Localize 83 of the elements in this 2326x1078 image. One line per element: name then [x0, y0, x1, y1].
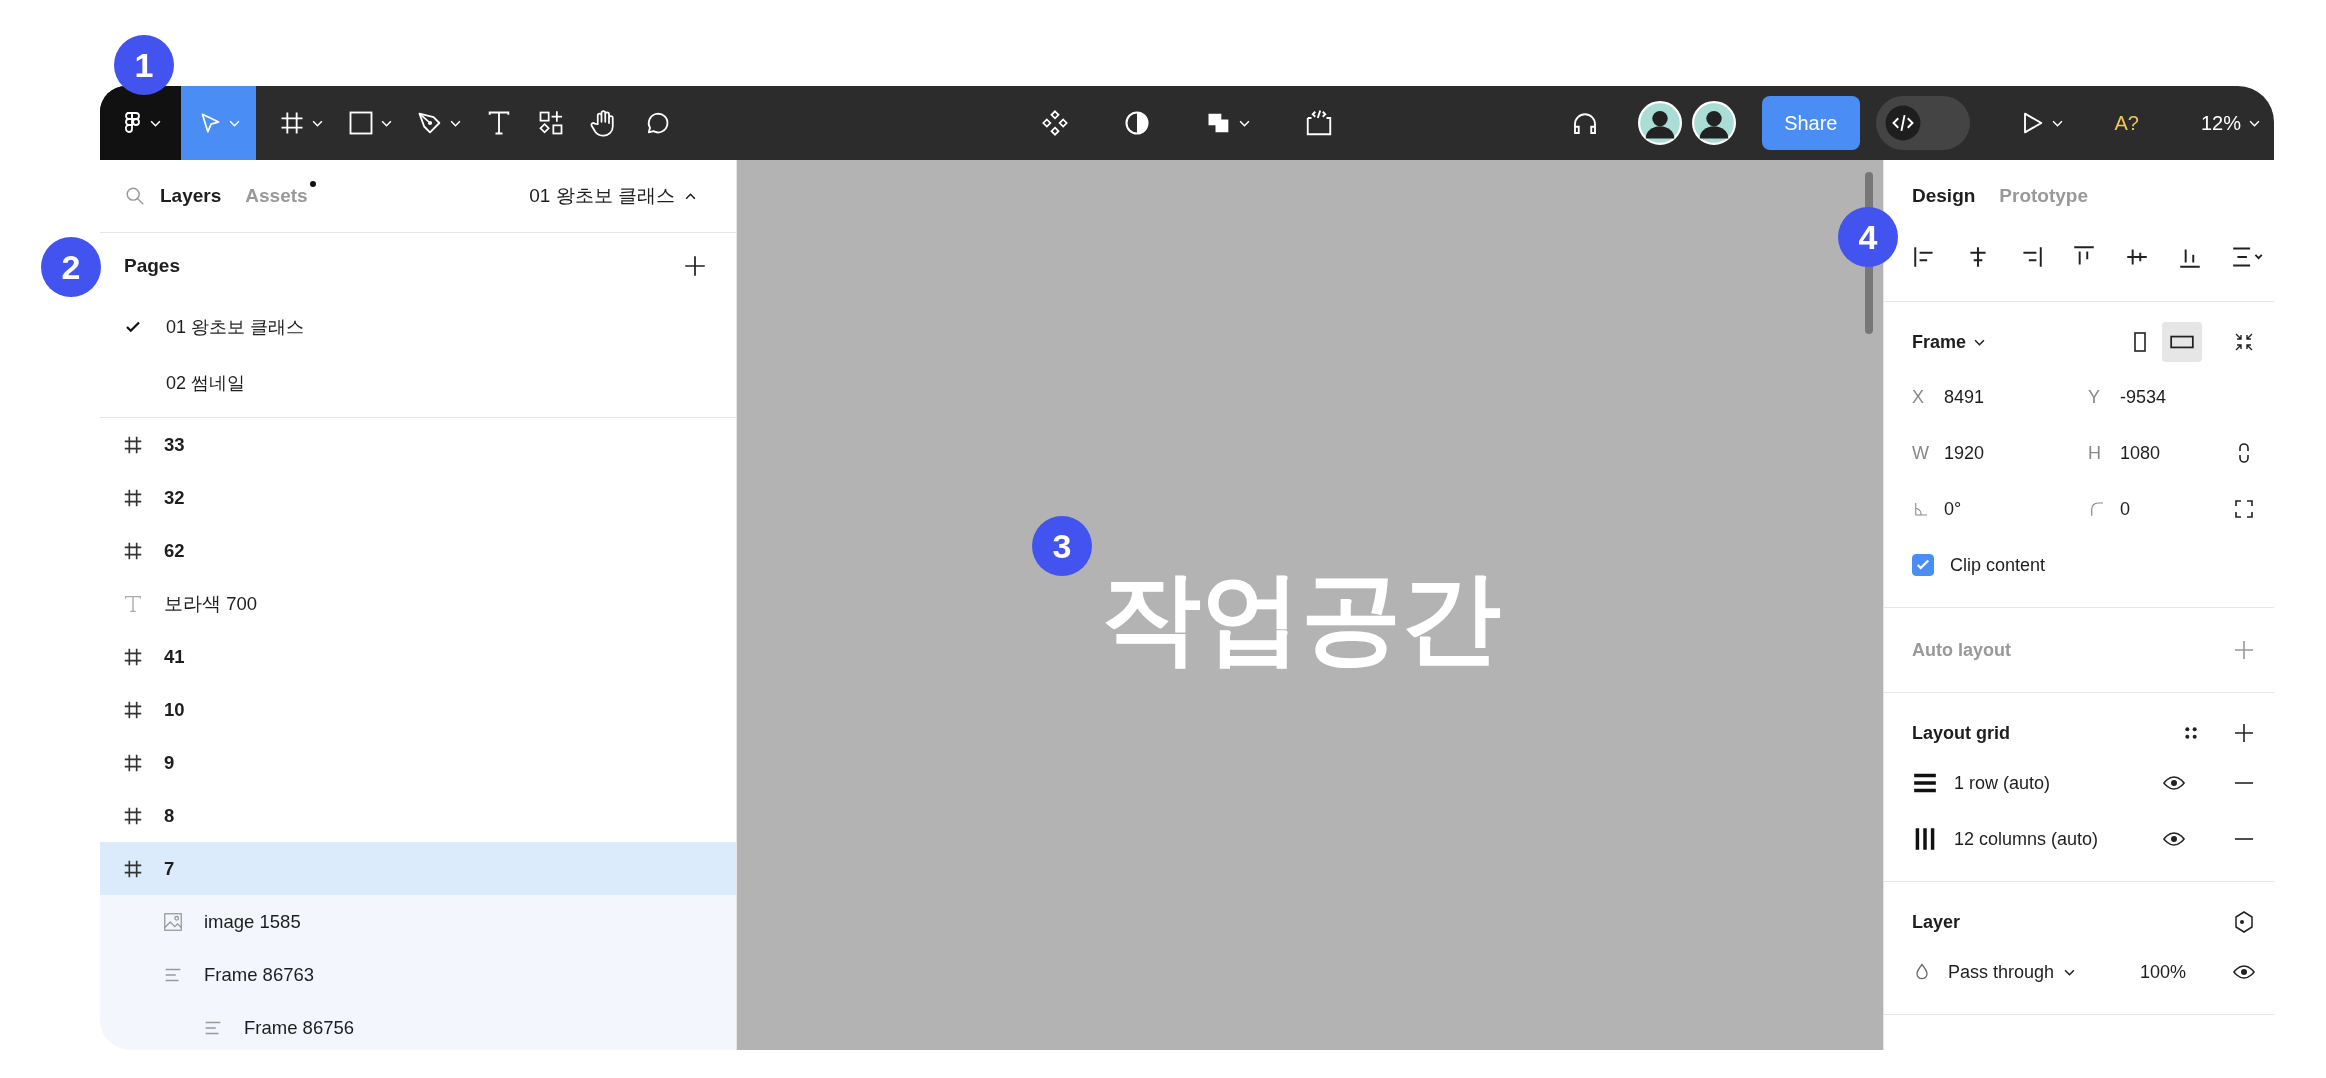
layer-name: 41 [164, 645, 185, 668]
chevron-icon [1974, 338, 1986, 346]
zoom-menu[interactable]: 12% [2200, 111, 2260, 135]
canvas-text: 작업공간 [1101, 559, 1501, 675]
chevron-icon [450, 119, 461, 127]
step-badge: 2 [41, 237, 101, 297]
page-item[interactable]: 02 썸네일 [100, 355, 736, 411]
number-field[interactable]: H 1080 [2088, 425, 2202, 481]
image-icon [162, 910, 184, 933]
search-icon[interactable] [124, 185, 146, 207]
chevron-icon [2064, 968, 2076, 976]
panel-tab[interactable]: Layers [160, 185, 222, 207]
panel-tab[interactable]: Design [1912, 185, 1976, 207]
layer-row[interactable]: 41 [100, 630, 736, 683]
corners-icon[interactable] [2232, 497, 2256, 521]
page-item[interactable]: 01 왕초보 클래스 [100, 299, 736, 355]
section-title: Pages [124, 255, 180, 277]
layer-row[interactable]: 보라색 700 [100, 577, 736, 630]
blend-mode-menu[interactable]: Pass through [1948, 961, 2076, 983]
layer-name: image 1585 [204, 910, 301, 933]
angle-icon [1912, 500, 1930, 518]
half-circle-icon [1122, 109, 1151, 137]
number-field[interactable]: 0° [1912, 481, 2088, 537]
number-field[interactable]: 0 [2088, 481, 2202, 537]
layer-name: 8 [164, 804, 175, 827]
page-selector[interactable]: 01 왕초보 클래스 [529, 183, 710, 209]
layer-name: Frame 86756 [244, 1016, 355, 1039]
layer-name: 62 [164, 539, 185, 562]
step-badge: 1 [114, 35, 174, 95]
number-field[interactable]: W 1920 [1912, 425, 2088, 481]
chevron-icon [150, 119, 161, 127]
section-title: Layout grid [1912, 722, 2011, 744]
frame-type-menu[interactable]: Frame [1912, 331, 2118, 353]
code-icon [1883, 104, 1922, 142]
orientation-button[interactable] [2162, 322, 2202, 362]
number-field[interactable]: Y -9534 [2088, 369, 2202, 425]
layer-name: 보라색 700 [164, 592, 257, 616]
layer-row[interactable]: 10 [100, 683, 736, 736]
plus-icon[interactable] [2232, 721, 2256, 745]
square-icon [347, 109, 375, 137]
tool-button[interactable] [100, 86, 181, 160]
grid-label: 1 row (auto) [1954, 772, 2052, 794]
layer-row[interactable]: 62 [100, 524, 736, 577]
layer-name: Frame 86763 [204, 963, 315, 986]
number-field[interactable]: X 8491 [1912, 369, 2088, 425]
chevron-icon [685, 192, 696, 200]
avatar-icon[interactable] [1692, 101, 1737, 145]
layer-row[interactable]: 8 [100, 789, 736, 842]
section-title: Auto layout [1912, 639, 2012, 661]
layer-row[interactable]: 32 [100, 471, 736, 524]
plus-icon[interactable] [682, 253, 708, 279]
layer-name: 7 [164, 857, 175, 880]
layer-row[interactable]: image 1585 [100, 895, 736, 948]
avatar-icon[interactable] [1638, 101, 1683, 145]
chevron-icon [2249, 119, 2260, 127]
section-title: Layer [1912, 911, 1962, 933]
layer-name: 9 [164, 751, 175, 774]
opacity-field[interactable]: 100% [2139, 961, 2186, 983]
chevron-icon [229, 119, 240, 127]
chevron-icon [1238, 119, 1250, 127]
layer-name: 10 [164, 698, 185, 721]
page-name: 01 왕초보 클래스 [166, 316, 305, 339]
layer-name: 33 [164, 433, 185, 456]
grid-label: 12 columns (auto) [1954, 828, 2100, 850]
notification-dot [309, 181, 316, 187]
hexagon-icon[interactable] [2232, 910, 2256, 934]
diamond-grid-icon [1040, 109, 1069, 137]
chevron-icon [381, 119, 392, 127]
page-name: 02 썸네일 [166, 372, 246, 395]
shapes-icon [537, 109, 565, 137]
checkbox[interactable] [1912, 554, 1934, 576]
layer-row[interactable]: Frame 86763 [100, 948, 736, 1001]
corner-radius-icon [2088, 500, 2106, 518]
layer-row[interactable]: 33 [100, 418, 736, 471]
chevron-icon [312, 119, 323, 127]
layer-name: 32 [164, 486, 185, 509]
layer-row[interactable]: 7 [100, 842, 736, 895]
dev-mode-toggle[interactable] [1875, 96, 1970, 150]
checkbox-label: Clip content [1950, 554, 2046, 576]
layer-row[interactable]: 9 [100, 736, 736, 789]
missing-fonts-button[interactable]: A? [2114, 111, 2139, 135]
layer-row[interactable]: Frame 86756 [100, 1001, 736, 1050]
chevron-icon [2051, 119, 2063, 127]
